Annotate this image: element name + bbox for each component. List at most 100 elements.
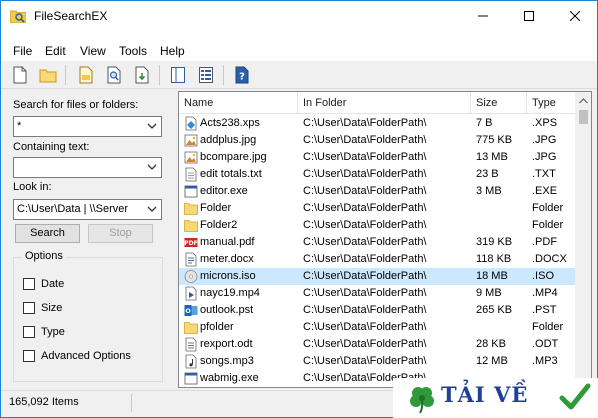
- file-name-cell: pfolder: [200, 321, 234, 333]
- column-header-size[interactable]: Size: [471, 92, 527, 114]
- exe-file-icon: [184, 184, 198, 199]
- menu-help[interactable]: Help: [160, 44, 185, 58]
- table-row[interactable]: Folder2 C:\User\Data\FolderPath\ Folder: [179, 217, 575, 234]
- containing-text-label: Containing text:: [13, 141, 90, 153]
- minimize-button[interactable]: [460, 1, 505, 31]
- in-folder-cell: C:\User\Data\FolderPath\: [303, 219, 427, 231]
- in-folder-cell: C:\User\Data\FolderPath\: [303, 304, 427, 316]
- file-name-cell: microns.iso: [200, 270, 256, 282]
- list-header: Name In Folder Size Type: [179, 92, 575, 114]
- column-header-type[interactable]: Type: [527, 92, 575, 114]
- size-cell: 23 B: [476, 168, 499, 180]
- svg-text:?: ?: [239, 72, 245, 83]
- menu-view[interactable]: View: [80, 44, 106, 58]
- size-cell: 3 MB: [476, 185, 502, 197]
- file-name-cell: Acts238.xps: [200, 117, 260, 129]
- close-button[interactable]: [552, 1, 597, 31]
- table-row[interactable]: rexport.odt C:\User\Data\FolderPath\ 28 KB…: [179, 336, 575, 353]
- blank-page-icon: [13, 66, 27, 84]
- search-files-input[interactable]: *: [13, 116, 162, 137]
- size-cell: 7 B: [476, 117, 493, 129]
- advanced-options-label: Advanced Options: [41, 350, 131, 362]
- help-icon: ?: [235, 66, 249, 84]
- menu-edit[interactable]: Edit: [45, 44, 66, 58]
- in-folder-cell: C:\User\Data\FolderPath\: [303, 151, 427, 163]
- close-icon: [569, 11, 580, 21]
- open-file-button[interactable]: [75, 64, 97, 86]
- chevron-down-icon[interactable]: [147, 122, 157, 130]
- scrollbar-thumb[interactable]: [579, 110, 588, 124]
- type-cell: .EXE: [532, 185, 558, 197]
- type-cell: .MP4: [532, 287, 558, 299]
- size-cell: 13 MB: [476, 151, 508, 163]
- app-window: FileSearchEX File Edit View Tools Help ?…: [0, 0, 598, 418]
- in-folder-cell: C:\User\Data\FolderPath\: [303, 236, 427, 248]
- folder-icon: [184, 218, 198, 233]
- find-in-file-button[interactable]: [103, 64, 125, 86]
- type-cell: .PDF: [532, 236, 558, 248]
- help-button[interactable]: ?: [231, 64, 253, 86]
- table-row[interactable]: pfolder C:\User\Data\FolderPath\ Folder: [179, 319, 575, 336]
- vertical-scrollbar[interactable]: [575, 92, 591, 387]
- title-bar[interactable]: FileSearchEX: [1, 1, 597, 31]
- type-cell: Folder: [532, 202, 564, 214]
- table-row[interactable]: addplus.jpg C:\User\Data\FolderPath\ 775 K…: [179, 132, 575, 149]
- file-name-cell: outlook.pst: [200, 304, 254, 316]
- toolbar-separator: [65, 65, 66, 85]
- table-row[interactable]: nayc19.mp4 C:\User\Data\FolderPath\ 9 MB .M…: [179, 285, 575, 302]
- table-row[interactable]: microns.iso C:\User\Data\FolderPath\ 18 MB…: [179, 268, 575, 285]
- table-row[interactable]: PDF manual.pdf C:\User\Data\FolderPath\ 319…: [179, 234, 575, 251]
- text-file-icon: [184, 167, 198, 182]
- column-header-name[interactable]: Name: [179, 92, 298, 114]
- panel-icon: [171, 67, 185, 83]
- table-row[interactable]: editor.exe C:\User\Data\FolderPath\ 3 MB .E…: [179, 183, 575, 200]
- toggle-panel-button[interactable]: [167, 64, 189, 86]
- stop-button[interactable]: Stop: [88, 224, 153, 243]
- type-cell: .JPG: [532, 151, 557, 163]
- file-name-cell: manual.pdf: [200, 236, 255, 248]
- look-in-input[interactable]: C:\User\Data | \\Server: [13, 199, 162, 220]
- table-row[interactable]: meter.docx C:\User\Data\FolderPath\ 118 KB…: [179, 251, 575, 268]
- table-row[interactable]: edit totals.txt C:\User\Data\FolderPath\ 2…: [179, 166, 575, 183]
- size-cell: 18 MB: [476, 270, 508, 282]
- size-checkbox[interactable]: [23, 302, 35, 314]
- menu-file[interactable]: File: [13, 44, 32, 58]
- type-checkbox[interactable]: [23, 326, 35, 338]
- in-folder-cell: C:\User\Data\FolderPath\: [303, 117, 427, 129]
- results-list[interactable]: Name In Folder Size Type Acts238.xps C:\U…: [178, 91, 592, 388]
- advanced-options-checkbox[interactable]: [23, 350, 35, 362]
- table-row[interactable]: Acts238.xps C:\User\Data\FolderPath\ 7 B .X…: [179, 115, 575, 132]
- options-group: Options Date Size Type Advanced Options: [13, 250, 163, 382]
- table-row[interactable]: songs.mp3 C:\User\Data\FolderPath\ 12 MB .M…: [179, 353, 575, 370]
- scroll-up-button[interactable]: [575, 92, 591, 109]
- date-checkbox[interactable]: [23, 278, 35, 290]
- search-button[interactable]: Search: [15, 224, 80, 243]
- open-folder-button[interactable]: [37, 64, 59, 86]
- watermark: TẢI VỀ: [393, 378, 598, 418]
- app-icon: [10, 10, 26, 23]
- view-details-button[interactable]: [195, 64, 217, 86]
- type-cell: Folder: [532, 219, 564, 231]
- chevron-down-icon[interactable]: [147, 205, 157, 213]
- new-search-button[interactable]: [9, 64, 31, 86]
- xps-file-icon: [184, 116, 198, 131]
- table-row[interactable]: Folder C:\User\Data\FolderPath\ Folder: [179, 200, 575, 217]
- size-cell: 775 KB: [476, 134, 513, 146]
- chevron-down-icon[interactable]: [147, 163, 157, 171]
- file-name-cell: rexport.odt: [200, 338, 253, 350]
- containing-text-input[interactable]: [13, 157, 162, 178]
- table-row[interactable]: bcompare.jpg C:\User\Data\FolderPath\ 13 M…: [179, 149, 575, 166]
- svg-text:PDF: PDF: [184, 240, 197, 247]
- in-folder-cell: C:\User\Data\FolderPath\: [303, 287, 427, 299]
- table-row[interactable]: Ooutlook.pst C:\User\Data\FolderPath\ 265 …: [179, 302, 575, 319]
- in-folder-cell: C:\User\Data\FolderPath\: [303, 338, 427, 350]
- look-in-value: C:\User\Data | \\Server: [17, 203, 129, 215]
- column-header-folder[interactable]: In Folder: [298, 92, 471, 114]
- export-button[interactable]: [131, 64, 153, 86]
- in-folder-cell: C:\User\Data\FolderPath\: [303, 270, 427, 282]
- type-option-label: Type: [41, 326, 65, 338]
- maximize-button[interactable]: [506, 1, 551, 31]
- status-separator: [131, 394, 132, 412]
- menu-tools[interactable]: Tools: [119, 44, 147, 58]
- file-name-cell: meter.docx: [200, 253, 254, 265]
